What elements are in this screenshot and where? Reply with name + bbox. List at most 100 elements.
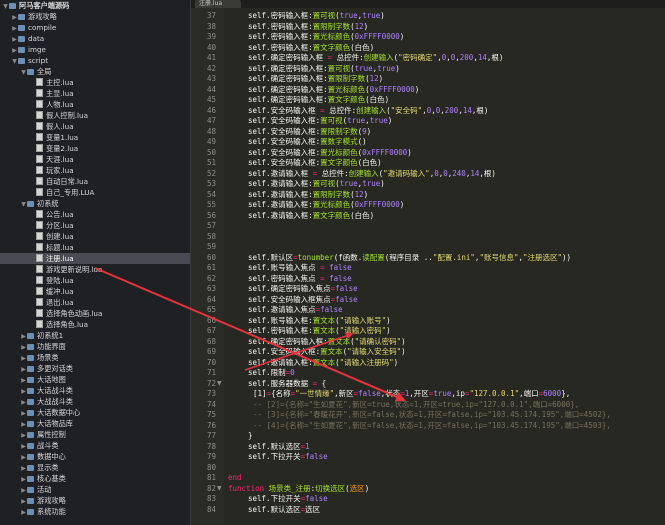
code-line[interactable]: self.密码输入框:置限制字数(12) [248, 22, 368, 33]
tree-file[interactable]: 公告.lua [0, 209, 190, 220]
tree-file[interactable]: 天涯.lua [0, 154, 190, 165]
line-number: 72 [206, 378, 216, 388]
code-line[interactable]: self.邀请输入框:置限制字数(12) [248, 190, 368, 201]
code-line[interactable]: self.下拉开关=false [248, 452, 328, 463]
tree-folder[interactable]: ▶ 数据中心 [0, 451, 190, 462]
tree-file[interactable]: 游戏更新说明.lua [0, 264, 190, 275]
code-line[interactable]: -- [2]={名称="生如夏花",新区=true,状态=1,开区=true,i… [253, 400, 579, 411]
tree-file[interactable]: 登陆.lua [0, 275, 190, 286]
code-line[interactable]: self.安全码输入框 = 总控件:创建输入("安全码",0,0,200,14,… [248, 106, 488, 117]
tree-folder[interactable]: ▼ 初系统 [0, 198, 190, 209]
code-token: self. [248, 147, 271, 157]
tree-folder[interactable]: ▶ 显示类 [0, 462, 190, 473]
code-line[interactable]: self.密码输入焦点 = false [248, 274, 352, 285]
tree-folder[interactable]: ▶ 多更对话类 [0, 363, 190, 374]
code-line[interactable]: self.确定密码输入框:置文本("请确认密码") [248, 337, 406, 348]
tree-file[interactable]: 选择角色动画.lua [0, 308, 190, 319]
code-line[interactable]: self.密码输入框:置可视(true,true) [248, 11, 385, 22]
tree-folder[interactable]: ▶ 活动 [0, 484, 190, 495]
code-line[interactable]: self.默认区=tonumber(f函数.读配置(程序目录 .."配置.ini… [248, 253, 571, 264]
code-token: 确定密码输入框 [270, 336, 324, 346]
code-line[interactable]: self.安全码输入框:置数字模式() [248, 137, 367, 148]
tree-folder[interactable]: ▶ 功能界面 [0, 341, 190, 352]
code-line[interactable]: self.确定密码输入框:置光标颜色(0xFFFF0000) [248, 85, 419, 96]
tree-folder[interactable]: ▼ script [0, 55, 190, 66]
code-line[interactable]: } [248, 431, 253, 442]
tree-folder[interactable]: ▶ 游戏攻略 [0, 11, 190, 22]
code-line[interactable]: self.邀请输入框:置文本("请输入注册码") [248, 358, 398, 369]
tree-file[interactable]: 自己_专用.LUA [0, 187, 190, 198]
code-line[interactable]: function 场景类_注册:切换选区(选区) [228, 484, 369, 495]
code-token: self. [248, 95, 271, 104]
tree-file[interactable]: 主控.lua [0, 77, 190, 88]
tree-folder[interactable]: ▶ 大话数据中心 [0, 407, 190, 418]
code-line[interactable]: [1]={名称="一世情缘",新区=false,状态=1,开区=true,ip=… [253, 389, 570, 400]
expand-arrow-closed-icon[interactable]: ▶ [20, 507, 27, 518]
code-line[interactable]: self.确定密码输入框 = 总控件:创建输入("密码确定",0,0,200,1… [248, 53, 503, 64]
tree-folder[interactable]: ▶ compile [0, 22, 190, 33]
tree-file[interactable]: 退出.lua [0, 297, 190, 308]
tree-folder[interactable]: ▶ 战斗类 [0, 440, 190, 451]
tree-file[interactable]: 玩家.lua [0, 165, 190, 176]
code-line[interactable]: self.安全码输入框:置文本("请输入安全码") [248, 347, 406, 358]
code-line[interactable]: self.安全码输入框:置可视(true,true) [248, 116, 392, 127]
code-line[interactable]: self.账号输入焦点 = false [248, 263, 352, 274]
code-line[interactable]: self.安全码输入框:置光标颜色(0xFFFF0000) [248, 148, 412, 159]
code-line[interactable]: self.默认选区=选区 [248, 505, 320, 516]
tree-file[interactable]: 选择角色.lua [0, 319, 190, 330]
tree-file[interactable]: 假人.lua [0, 121, 190, 132]
tree-folder[interactable]: ▶ 核心基类 [0, 473, 190, 484]
code-line[interactable]: self.密码输入框:置文本("请输入密码") [248, 326, 391, 337]
tree-file[interactable]: 标题.lua [0, 242, 190, 253]
tree-file[interactable]: 自动日常.lua [0, 176, 190, 187]
tree-file[interactable]: 人物.lua [0, 99, 190, 110]
tree-folder[interactable]: ▶ data [0, 33, 190, 44]
code-line[interactable]: -- [3]={名称="春暖花开",新区=false,状态=1,开区=false… [253, 410, 611, 421]
tree-folder[interactable]: ▶ 大话地图 [0, 374, 190, 385]
code-line[interactable]: self.邀请输入焦点=false [248, 305, 343, 316]
tree-folder[interactable]: ▼ 阿马客户端源码 [0, 0, 190, 11]
code-line[interactable]: self.安全码输入框:置限制字数(9) [248, 127, 371, 138]
code-line[interactable]: self.邀请输入框:置文字颜色(白色) [248, 211, 374, 222]
code-line[interactable]: self.确定密码输入框:置限制字数(12) [248, 74, 383, 85]
code-line[interactable]: self.邀请输入框:置可视(true,true) [248, 179, 385, 190]
tree-file[interactable]: 主显.lua [0, 88, 190, 99]
code-line[interactable]: self.确定密码输入框:置文字颜色(白色) [248, 95, 389, 106]
code-line[interactable]: self.默认选区=1 [248, 442, 310, 453]
tree-folder[interactable]: ▶ imge [0, 44, 190, 55]
tree-file[interactable]: 变量1.lua [0, 132, 190, 143]
code-line[interactable]: self.安全码输入框焦点=false [248, 295, 358, 306]
tree-file[interactable]: 假人控制.lua [0, 110, 190, 121]
code-line[interactable]: self.确定密码输入框:置可视(true,true) [248, 64, 400, 75]
code-line[interactable]: self.限制=0 [248, 368, 295, 379]
fold-toggle-icon[interactable]: ▼ [217, 379, 222, 390]
code-line[interactable]: self.密码输入框:置文字颜色(白色) [248, 43, 374, 54]
tree-folder[interactable]: ▶ 大战战斗类 [0, 396, 190, 407]
code-line[interactable]: self.邀请输入框 = 总控件:创建输入("邀请码输入",0,0,240,14… [248, 169, 496, 180]
tree-folder[interactable]: ▶ 系统功能 [0, 506, 190, 518]
code-line[interactable]: self.服务器数据 = { [248, 379, 326, 390]
code-line[interactable]: self.账号输入框:置文本("请输入账号") [248, 316, 391, 327]
code-line[interactable]: self.安全码输入框:置文字颜色(白色) [248, 158, 382, 169]
tree-folder[interactable]: ▶ 场景类 [0, 352, 190, 363]
tree-file[interactable]: 缓冲.lua [0, 286, 190, 297]
tree-file[interactable]: 创建.lua [0, 231, 190, 242]
code-line[interactable]: self.密码输入框:置光标颜色(0xFFFF0000) [248, 32, 404, 43]
tree-folder[interactable]: ▶ 属性控制 [0, 429, 190, 440]
tree-file[interactable]: 分区.lua [0, 220, 190, 231]
tree-file[interactable]: 变量2.lua [0, 143, 190, 154]
tab-register-lua[interactable]: 注册.lua [195, 0, 241, 8]
tree-folder[interactable]: ▶ 大话战斗类 [0, 385, 190, 396]
code-line[interactable]: -- [4]={名称="生如夏花",新区=false,状态=1,开区=false… [253, 421, 611, 432]
code-editor[interactable]: 37 38 39 40 41 42 43 44 45 46 47 48 49 50 51 52 53 54 55 56… [191, 8, 665, 525]
tree-folder[interactable]: ▶ 大话物品库 [0, 418, 190, 429]
code-line[interactable]: self.邀请输入框:置光标颜色(0xFFFF0000) [248, 200, 404, 211]
fold-toggle-icon[interactable]: ▼ [217, 484, 222, 495]
tree-file[interactable]: 注册.lua [0, 253, 190, 264]
tree-folder[interactable]: ▼ 全局 [0, 66, 190, 77]
tree-folder[interactable]: ▶ 初系统1 [0, 330, 190, 341]
tree-folder[interactable]: ▶ 游戏攻略 [0, 495, 190, 506]
code-line[interactable]: self.下拉开关=false [248, 494, 328, 505]
code-line[interactable]: self.确定密码输入焦点=false [248, 284, 358, 295]
code-line[interactable]: end [228, 473, 242, 484]
